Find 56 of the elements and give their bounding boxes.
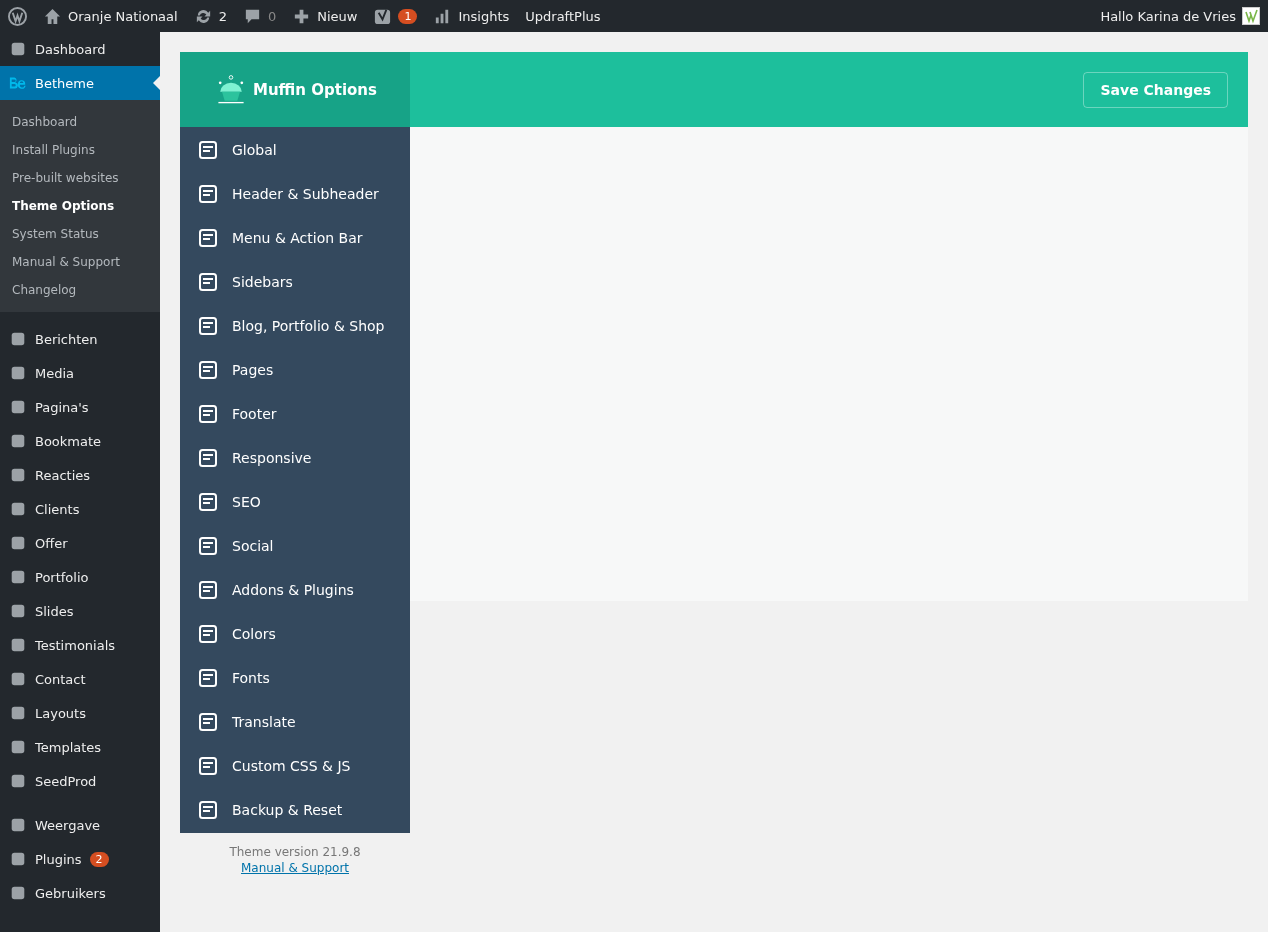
new-menu-link[interactable]: Nieuw: [317, 8, 358, 24]
options-menu-item[interactable]: Sidebars: [180, 260, 410, 304]
options-menu-item[interactable]: Colors: [180, 612, 410, 656]
submenu-item[interactable]: Changelog: [0, 276, 160, 304]
submenu-item[interactable]: Dashboard: [0, 108, 160, 136]
updraftplus-link[interactable]: UpdraftPlus: [525, 8, 601, 24]
sidebar-item[interactable]: Betheme: [0, 66, 160, 100]
sidebar-item[interactable]: Reacties: [0, 458, 160, 492]
panel-title: Muffin Options: [253, 80, 377, 99]
options-menu-item[interactable]: Fonts: [180, 656, 410, 700]
count-badge: 2: [89, 851, 109, 867]
user-greeting[interactable]: Hallo Karina de Vries: [1100, 8, 1236, 24]
options-menu-item[interactable]: Footer: [180, 392, 410, 436]
sidebar-item[interactable]: Testimonials: [0, 628, 160, 662]
options-menu-item[interactable]: SEO: [180, 480, 410, 524]
sidebar-item[interactable]: Clients: [0, 492, 160, 526]
insights-link[interactable]: Insights: [458, 8, 510, 24]
sidebar-item[interactable]: Portfolio: [0, 560, 160, 594]
options-menu-item[interactable]: Menu & Action Bar: [180, 216, 410, 260]
site-name-link[interactable]: Oranje Nationaal: [68, 8, 178, 24]
sidebar-item[interactable]: Slides: [0, 594, 160, 628]
options-menu-item[interactable]: Backup & Reset: [180, 788, 410, 832]
sidebar-item[interactable]: Bookmate: [0, 424, 160, 458]
sidebar-item[interactable]: Layouts: [0, 696, 160, 730]
notification-badge: 1: [398, 8, 418, 24]
updates-count[interactable]: 2: [218, 8, 227, 24]
options-menu-item[interactable]: Addons & Plugins: [180, 568, 410, 612]
manual-support-link[interactable]: Manual & Support: [241, 861, 349, 875]
sidebar-item[interactable]: Media: [0, 356, 160, 390]
options-menu-item[interactable]: Header & Subheader: [180, 172, 410, 216]
submenu-item[interactable]: Install Plugins: [0, 136, 160, 164]
sidebar-item[interactable]: Berichten: [0, 322, 160, 356]
sidebar-item[interactable]: Dashboard: [0, 32, 160, 66]
options-menu-item[interactable]: Pages: [180, 348, 410, 392]
options-menu-item[interactable]: Social: [180, 524, 410, 568]
submenu-item[interactable]: Manual & Support: [0, 248, 160, 276]
home-icon: [43, 6, 62, 26]
options-menu-item[interactable]: Custom CSS & JS: [180, 744, 410, 788]
sidebar-item[interactable]: Pagina's: [0, 390, 160, 424]
submenu-item[interactable]: System Status: [0, 220, 160, 248]
options-menu-item[interactable]: Blog, Portfolio & Shop: [180, 304, 410, 348]
wordpress-logo-icon[interactable]: [8, 6, 27, 26]
options-menu-item[interactable]: Translate: [180, 700, 410, 744]
sidebar-item[interactable]: Gebruikers: [0, 876, 160, 910]
sidebar-item[interactable]: Templates: [0, 730, 160, 764]
sidebar-item[interactable]: Weergave: [0, 808, 160, 842]
sidebar-item[interactable]: SeedProd: [0, 764, 160, 798]
comments-count[interactable]: 0: [267, 8, 277, 24]
options-menu-item[interactable]: Global: [180, 128, 410, 172]
sidebar-item[interactable]: Contact: [0, 662, 160, 696]
sidebar-item[interactable]: Plugins 2: [0, 842, 160, 876]
sidebar-item[interactable]: Offer: [0, 526, 160, 560]
theme-version: Theme version 21.9.8: [229, 845, 361, 859]
submenu-item[interactable]: Pre-built websites: [0, 164, 160, 192]
submenu-item[interactable]: Theme Options: [0, 192, 160, 220]
options-menu-item[interactable]: Responsive: [180, 436, 410, 480]
